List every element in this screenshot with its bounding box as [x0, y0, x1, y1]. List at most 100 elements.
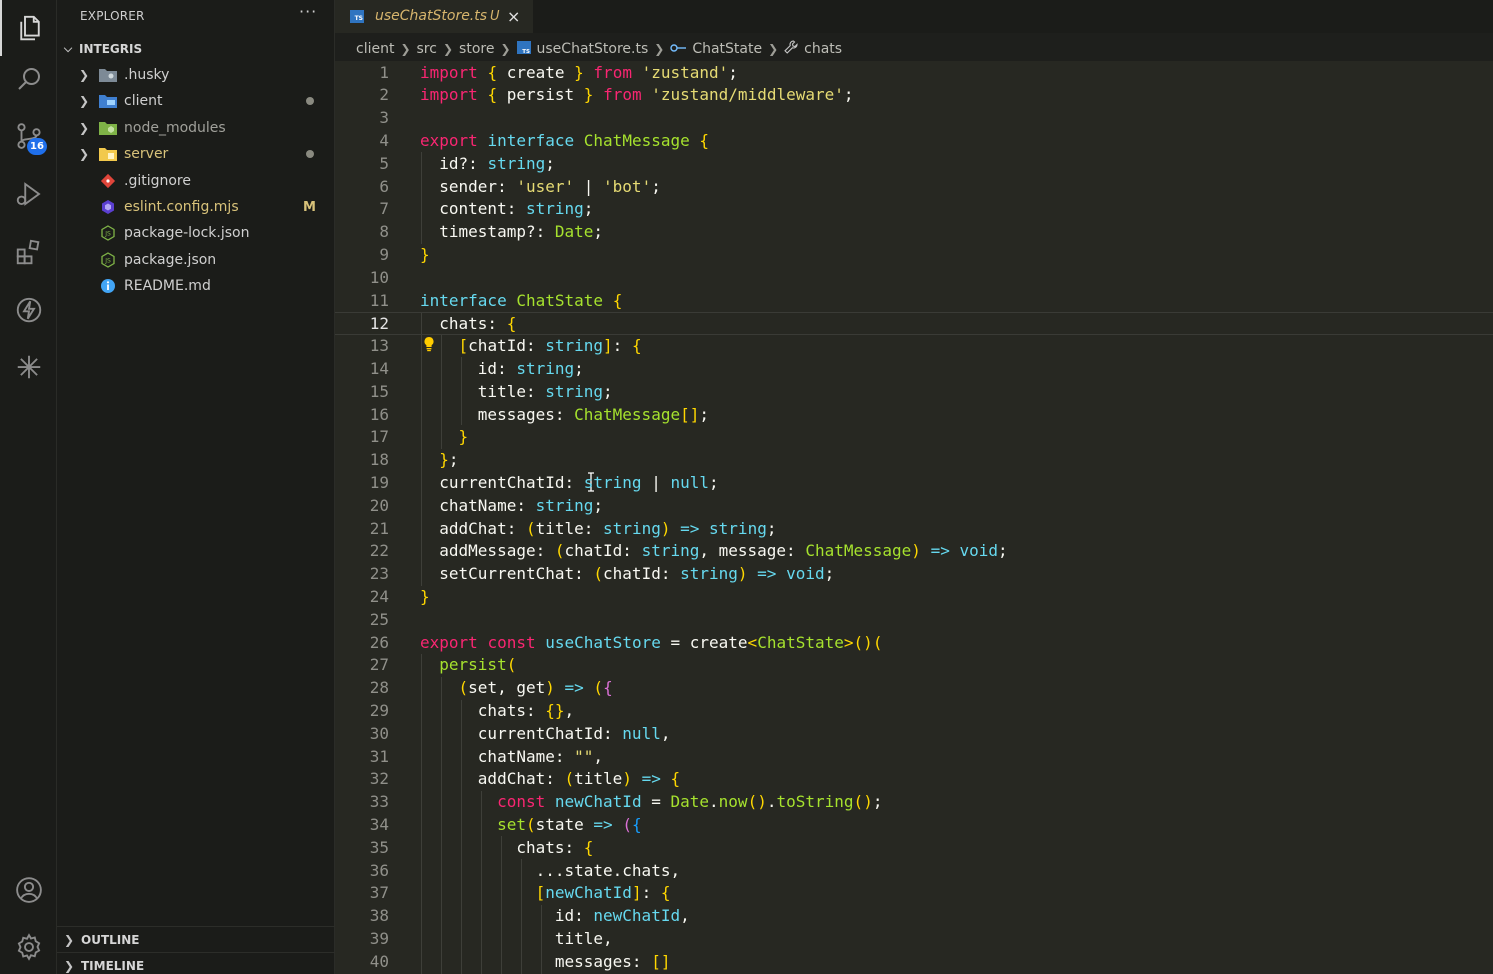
code-line[interactable]: 27 persist(: [335, 654, 1493, 677]
line-number: 33: [369, 792, 389, 812]
code-line[interactable]: 16 messages: ChatMessage[];: [335, 404, 1493, 427]
code-line[interactable]: 21 addChat: (title: string) => string;: [335, 518, 1493, 541]
code-text: content: string;: [420, 199, 594, 219]
tree-item-gitignore[interactable]: .gitignore: [57, 168, 335, 194]
code-line[interactable]: 34 set(state => ({: [335, 814, 1493, 837]
code-text: messages: ChatMessage[];: [420, 404, 710, 424]
code-line[interactable]: 11 interface ChatState {: [335, 290, 1493, 313]
code-line[interactable]: 24}: [335, 586, 1493, 609]
extensions-icon[interactable]: [0, 224, 57, 280]
code-text: };: [439, 450, 459, 470]
code-line[interactable]: 23 setCurrentChat: (chatId: string) => v…: [335, 563, 1493, 586]
code-line[interactable]: 25: [335, 609, 1493, 632]
code-line[interactable]: 15 title: string;: [335, 381, 1493, 404]
code-line[interactable]: 26 export const useChatStore = create<Cha…: [335, 632, 1493, 655]
line-number: 27: [369, 655, 389, 675]
code-text: chats: {: [420, 314, 517, 334]
run-debug-icon[interactable]: [0, 166, 57, 222]
chevron-right-icon: ❯: [79, 147, 90, 161]
code-line[interactable]: 12 chats: {: [335, 312, 1493, 336]
line-number: 5: [379, 153, 389, 173]
more-actions-icon[interactable]: ···: [299, 2, 317, 21]
property-wrench-icon: [784, 40, 798, 58]
tree-item-husky[interactable]: ❯ .husky: [57, 62, 335, 88]
code-line[interactable]: 4 export interface ChatMessage {: [335, 130, 1493, 153]
code-line[interactable]: 14 id: string;: [335, 358, 1493, 381]
code-line[interactable]: 32 addChat: (title) => {: [335, 768, 1493, 791]
tree-item-eslint[interactable]: eslint.config.mjs M: [57, 194, 335, 220]
chevron-right-icon: ❯: [79, 68, 90, 82]
line-number: 30: [369, 723, 389, 743]
code-line[interactable]: 1 import { create } from 'zustand';: [335, 62, 1493, 85]
code-line[interactable]: 22 addMessage: (chatId: string, message:…: [335, 540, 1493, 563]
code-line[interactable]: 7 content: string;: [335, 198, 1493, 221]
code-line[interactable]: 10: [335, 267, 1493, 290]
line-number: 1: [379, 62, 389, 82]
breadcrumb-item[interactable]: src: [417, 41, 437, 57]
code-line[interactable]: 40 messages: []: [335, 951, 1493, 974]
breadcrumb-item[interactable]: store: [459, 41, 494, 57]
code-line[interactable]: 13 [chatId: string]: {: [335, 335, 1493, 358]
code-line[interactable]: 3: [335, 107, 1493, 130]
chevron-right-icon: ❯: [500, 42, 511, 56]
chevron-right-icon: ❯: [79, 94, 90, 108]
line-number: 29: [369, 700, 389, 720]
tree-item-package-lock[interactable]: JS package-lock.json: [57, 220, 335, 246]
breadcrumb-item[interactable]: useChatStore.ts: [537, 41, 649, 57]
code-text: chatName: "",: [420, 746, 604, 766]
code-text: id: string;: [420, 358, 584, 378]
breadcrumb-item[interactable]: client: [356, 41, 394, 57]
code-text: }: [420, 586, 430, 606]
code-text: sender: 'user' | 'bot';: [420, 176, 661, 196]
source-control-icon[interactable]: [0, 108, 57, 164]
lightning-icon[interactable]: [0, 282, 57, 338]
tab-usechatstore[interactable]: TS useChatStore.ts U ×: [335, 0, 533, 33]
tree-item-node-modules[interactable]: ❯ node_modules: [57, 115, 335, 141]
scm-badge: 16: [27, 138, 47, 155]
git-icon: [99, 173, 117, 189]
code-line[interactable]: 31 chatName: "",: [335, 746, 1493, 769]
typescript-file-icon: TS: [516, 40, 531, 58]
code-line[interactable]: 2 import { persist } from 'zustand/middle…: [335, 84, 1493, 107]
line-number: 12: [369, 314, 389, 334]
code-line[interactable]: 29 chats: {},: [335, 700, 1493, 723]
line-number: 25: [369, 609, 389, 629]
code-line[interactable]: 37 [newChatId]: {: [335, 882, 1493, 905]
line-number: 9: [379, 244, 389, 264]
code-line[interactable]: 33 const newChatId = Date.now().toString…: [335, 791, 1493, 814]
code-text: currentChatId: null,: [420, 723, 671, 743]
tree-item-readme[interactable]: README.md: [57, 273, 335, 299]
settings-gear-icon[interactable]: [0, 919, 57, 974]
outline-section[interactable]: ❯ OUTLINE: [57, 926, 335, 952]
tab-bar: TS useChatStore.ts U ×: [335, 0, 1493, 33]
code-line[interactable]: 30 currentChatId: null,: [335, 723, 1493, 746]
code-line[interactable]: 20 chatName: string;: [335, 495, 1493, 518]
code-line[interactable]: 17 }: [335, 426, 1493, 449]
code-line[interactable]: 19 currentChatId: string | null;: [335, 472, 1493, 495]
code-line[interactable]: 36 ...state.chats,: [335, 860, 1493, 883]
breadcrumb-item[interactable]: ChatState: [692, 41, 762, 57]
code-line[interactable]: 18 };: [335, 449, 1493, 472]
code-line[interactable]: 5 id?: string;: [335, 153, 1493, 176]
workspace-root[interactable]: ⌵ INTEGRIS: [57, 38, 335, 60]
timeline-section[interactable]: ❯ TIMELINE: [57, 952, 335, 974]
explorer-icon[interactable]: [0, 0, 57, 56]
code-line[interactable]: 6 sender: 'user' | 'bot';: [335, 176, 1493, 199]
code-line[interactable]: 38 id: newChatId,: [335, 905, 1493, 928]
code-line[interactable]: 39 title,: [335, 928, 1493, 951]
code-line[interactable]: 35 chats: {: [335, 837, 1493, 860]
search-icon[interactable]: [0, 51, 57, 107]
account-icon[interactable]: [0, 862, 57, 918]
line-number: 34: [369, 814, 389, 834]
code-editor[interactable]: 1 import { create } from 'zustand'; 2 impor…: [335, 61, 1493, 974]
ai-sparkle-icon[interactable]: [0, 339, 57, 395]
tree-item-client[interactable]: ❯ client: [57, 88, 335, 114]
code-text: }: [458, 427, 469, 447]
tree-item-package-json[interactable]: JS package.json: [57, 247, 335, 273]
tree-item-server[interactable]: ❯ server: [57, 141, 335, 167]
breadcrumb-item[interactable]: chats: [804, 41, 842, 57]
close-icon[interactable]: ×: [507, 7, 520, 26]
code-line[interactable]: 8 timestamp?: Date;: [335, 221, 1493, 244]
code-line[interactable]: 28 (set, get) => ({: [335, 677, 1493, 700]
code-line[interactable]: 9}: [335, 244, 1493, 267]
